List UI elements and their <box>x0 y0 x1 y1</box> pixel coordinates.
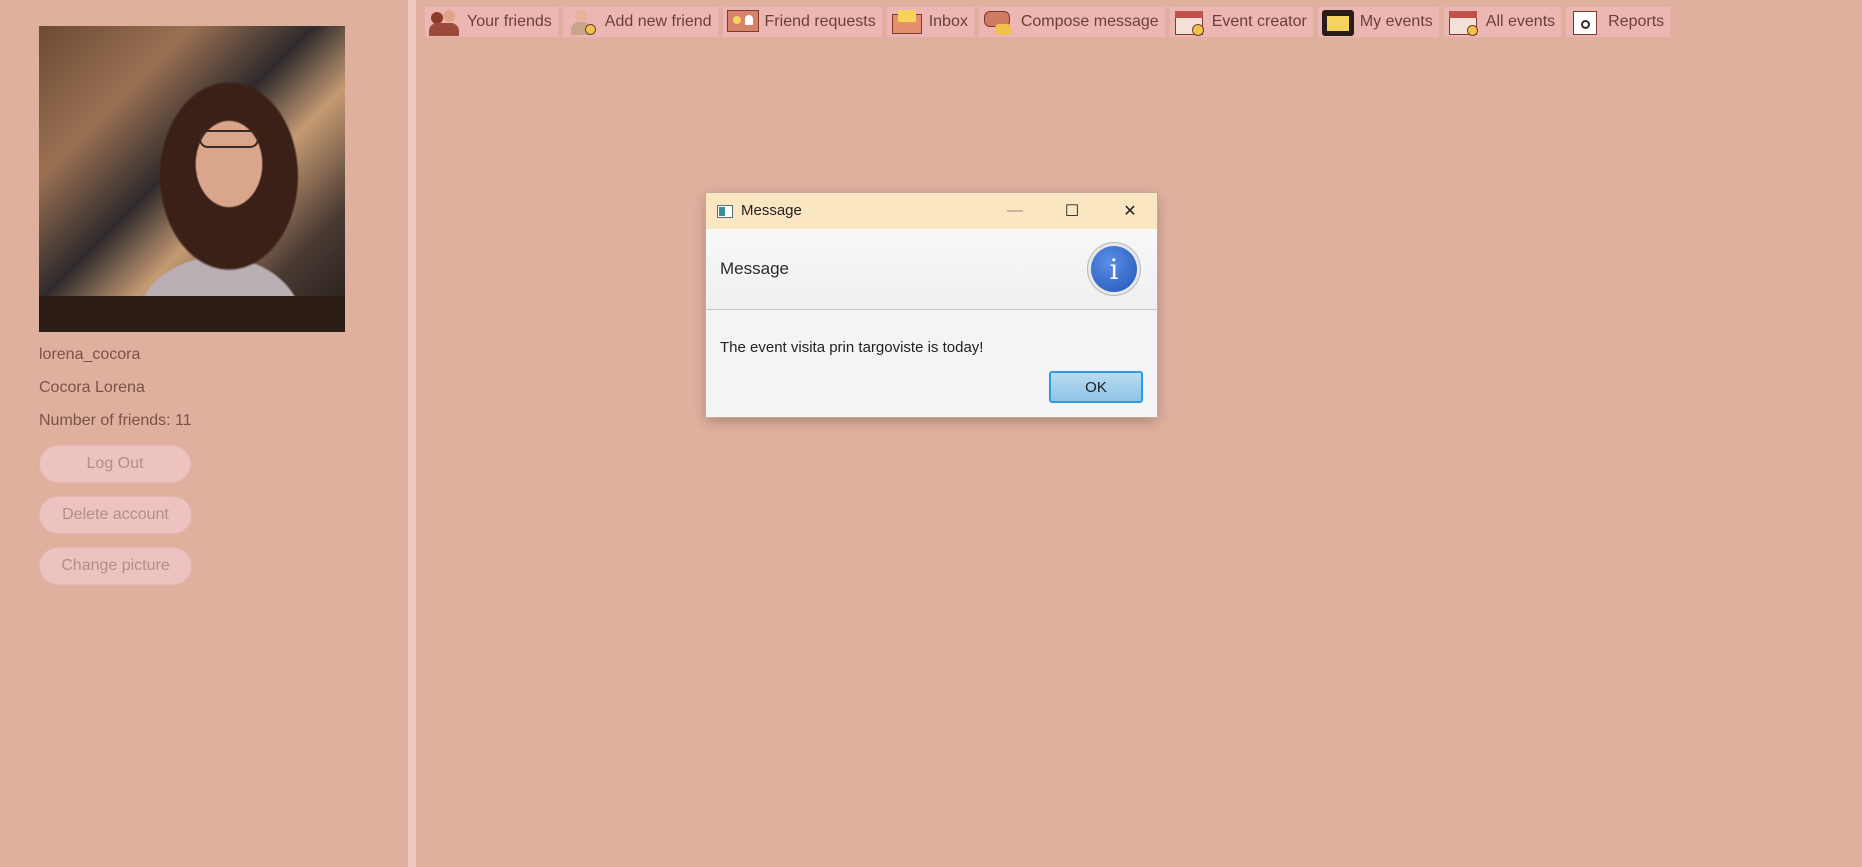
photo-table <box>39 296 345 332</box>
delete-account-button[interactable]: Delete account <box>39 496 192 534</box>
compose-icon <box>983 8 1015 36</box>
ok-button[interactable]: OK <box>1049 371 1143 403</box>
full-name-label: Cocora Lorena <box>39 379 145 396</box>
friends-count-label: Number of friends: 11 <box>39 412 192 429</box>
close-button[interactable]: ✕ <box>1103 193 1157 229</box>
star-calendar-icon <box>1321 8 1354 36</box>
tab-inbox[interactable]: Inbox <box>885 6 975 38</box>
tab-my-events[interactable]: My events <box>1316 6 1440 38</box>
dialog-title: Message <box>741 202 802 219</box>
logout-button[interactable]: Log Out <box>39 445 191 483</box>
friends-icon <box>429 8 461 36</box>
profile-picture <box>39 26 345 332</box>
envelope-icon <box>891 8 923 36</box>
photo-glasses <box>199 130 259 148</box>
tab-add-new-friend[interactable]: Add new friend <box>561 6 719 38</box>
tab-friend-requests-label: Friend requests <box>764 13 876 30</box>
dialog-header-text: Message <box>720 259 789 278</box>
dialog-message: The event visita prin targoviste is toda… <box>720 339 984 356</box>
dialog-header: Message i <box>706 229 1157 310</box>
minimize-button[interactable]: — <box>988 193 1042 229</box>
main-window: lorena_cocora Cocora Lorena Number of fr… <box>0 0 1862 867</box>
tab-my-events-label: My events <box>1359 13 1433 30</box>
main-toolbar: Your friends Add new friend Friend reque… <box>424 6 1672 38</box>
tab-event-creator-label: Event creator <box>1211 13 1307 30</box>
panel-divider[interactable] <box>408 0 416 867</box>
tab-event-creator[interactable]: Event creator <box>1168 6 1314 38</box>
profile-panel: lorena_cocora Cocora Lorena Number of fr… <box>0 0 408 867</box>
tab-all-events-label: All events <box>1485 13 1556 30</box>
change-picture-button[interactable]: Change picture <box>39 547 192 585</box>
tab-your-friends-label: Your friends <box>467 13 552 30</box>
tab-reports[interactable]: Reports <box>1565 6 1672 38</box>
tab-add-new-friend-label: Add new friend <box>604 13 712 30</box>
tab-friend-requests[interactable]: Friend requests <box>721 6 883 38</box>
message-dialog: Message — ☐ ✕ Message i The event visita… <box>706 193 1157 417</box>
add-friend-icon <box>567 8 599 36</box>
tab-compose-message[interactable]: Compose message <box>977 6 1166 38</box>
app-window-icon <box>717 205 733 218</box>
username-label: lorena_cocora <box>39 346 141 363</box>
dialog-title-bar[interactable]: Message — ☐ ✕ <box>706 193 1157 229</box>
info-icon: i <box>1091 246 1137 292</box>
calendar-clock-icon <box>1448 8 1480 36</box>
report-icon <box>1570 8 1602 36</box>
tab-compose-message-label: Compose message <box>1020 13 1159 30</box>
tab-inbox-label: Inbox <box>928 13 968 30</box>
friend-requests-icon <box>726 8 759 36</box>
tab-all-events[interactable]: All events <box>1442 6 1563 38</box>
tab-your-friends[interactable]: Your friends <box>424 6 559 38</box>
calendar-add-icon <box>1174 8 1206 36</box>
maximize-button[interactable]: ☐ <box>1045 193 1099 229</box>
tab-reports-label: Reports <box>1608 13 1665 30</box>
